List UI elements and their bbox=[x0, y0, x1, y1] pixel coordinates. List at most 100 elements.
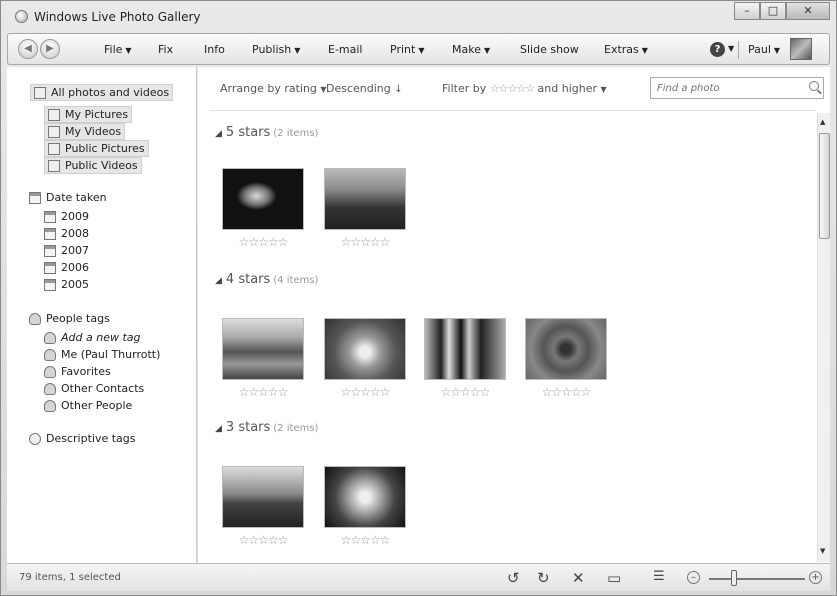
pictures-folder-icon bbox=[48, 108, 60, 121]
person-icon bbox=[44, 348, 56, 361]
year-2006[interactable]: 2006 bbox=[44, 261, 89, 274]
app-icon bbox=[15, 10, 28, 23]
forward-arrow-icon[interactable]: ▶ bbox=[40, 39, 60, 59]
photo-thumbnail[interactable] bbox=[525, 318, 607, 380]
library-icon bbox=[34, 86, 46, 99]
photo-browser: Arrange by rating ▼ Descending ↓ Filter … bbox=[198, 67, 830, 563]
people-tag-other-contacts[interactable]: Other Contacts bbox=[44, 382, 144, 395]
photo-thumbnail[interactable] bbox=[424, 318, 506, 380]
people-tag-other-people[interactable]: Other People bbox=[44, 399, 132, 412]
people-tag-me[interactable]: Me (Paul Thurrott) bbox=[44, 348, 160, 361]
menu-extras[interactable]: Extras ▼ bbox=[604, 43, 648, 56]
library-public-pictures[interactable]: Public Pictures bbox=[44, 140, 149, 157]
menu-fix[interactable]: Fix bbox=[158, 43, 173, 56]
search-input[interactable] bbox=[651, 78, 801, 98]
menu-file[interactable]: File ▼ bbox=[104, 43, 132, 56]
menu-email[interactable]: E-mail bbox=[328, 43, 363, 56]
view-options-bar: Arrange by rating ▼ Descending ↓ Filter … bbox=[198, 67, 830, 109]
library-my-pictures[interactable]: My Pictures bbox=[44, 106, 133, 123]
videos-folder-icon bbox=[48, 125, 60, 138]
group-heading-5-stars[interactable]: ◢ 5 stars (2 items) bbox=[215, 125, 318, 140]
delete-icon[interactable]: ✕ bbox=[572, 569, 585, 587]
photo-rating[interactable]: ☆☆☆☆☆ bbox=[222, 385, 304, 399]
search-icon[interactable] bbox=[809, 81, 819, 91]
zoom-in-icon[interactable]: + bbox=[809, 571, 822, 584]
photo-thumbnail[interactable] bbox=[222, 466, 304, 528]
zoom-slider[interactable] bbox=[709, 578, 805, 580]
photo-rating[interactable]: ☆☆☆☆☆ bbox=[324, 533, 406, 547]
divider bbox=[210, 110, 816, 111]
window-title: Windows Live Photo Gallery bbox=[34, 10, 201, 24]
add-new-tag[interactable]: Add a new tag bbox=[44, 331, 141, 344]
status-bar: 79 items, 1 selected ↺ ↻ ✕ ▭ ☰ – + bbox=[7, 563, 830, 591]
help-dropdown-icon[interactable]: ▼ bbox=[728, 44, 734, 53]
slideshow-icon[interactable]: ▭ bbox=[607, 569, 621, 587]
year-2007[interactable]: 2007 bbox=[44, 244, 89, 257]
calendar-icon bbox=[44, 261, 56, 274]
close-button[interactable]: ✕ bbox=[786, 2, 830, 20]
sort-order-toggle[interactable]: Descending ↓ bbox=[326, 82, 403, 95]
menu-make[interactable]: Make ▼ bbox=[452, 43, 490, 56]
year-2008[interactable]: 2008 bbox=[44, 227, 89, 240]
photo-thumbnail[interactable] bbox=[222, 168, 304, 230]
descriptive-tags[interactable]: Descriptive tags bbox=[29, 432, 136, 445]
calendar-icon bbox=[44, 210, 56, 223]
scrollbar-thumb[interactable] bbox=[819, 133, 830, 239]
toolbar-divider bbox=[738, 41, 739, 59]
group-icon bbox=[44, 399, 56, 412]
shared-folder-icon bbox=[48, 159, 60, 172]
people-tag-favorites[interactable]: Favorites bbox=[44, 365, 111, 378]
add-person-icon bbox=[44, 331, 56, 344]
photo-thumbnail[interactable] bbox=[222, 318, 304, 380]
group-heading-3-stars[interactable]: ◢ 3 stars (2 items) bbox=[215, 420, 318, 435]
group-heading-4-stars[interactable]: ◢ 4 stars (4 items) bbox=[215, 272, 318, 287]
library-public-videos[interactable]: Public Videos bbox=[44, 157, 142, 174]
all-photos-and-videos[interactable]: All photos and videos bbox=[30, 84, 174, 101]
maximize-button[interactable]: □ bbox=[760, 2, 786, 20]
back-arrow-icon[interactable]: ◀ bbox=[18, 39, 38, 59]
menu-publish[interactable]: Publish ▼ bbox=[252, 43, 300, 56]
toolbar: ◀ ▶ File ▼ Fix Info Publish ▼ E-mail Print… bbox=[7, 33, 830, 65]
menu-print[interactable]: Print ▼ bbox=[390, 43, 424, 56]
app-window: Windows Live Photo Gallery – □ ✕ ◀ ▶ Fil… bbox=[0, 0, 837, 596]
people-tags[interactable]: People tags bbox=[29, 312, 110, 325]
rotate-left-icon[interactable]: ↺ bbox=[507, 569, 520, 587]
zoom-slider-thumb[interactable] bbox=[731, 570, 737, 586]
photo-thumbnail[interactable] bbox=[324, 466, 406, 528]
filter-by-rating[interactable]: Filter by ☆☆☆☆☆ and higher ▼ bbox=[442, 82, 607, 95]
calendar-icon bbox=[29, 191, 41, 204]
scroll-down-icon[interactable]: ▼ bbox=[820, 547, 825, 555]
shared-folder-icon bbox=[48, 142, 60, 155]
zoom-out-icon[interactable]: – bbox=[687, 571, 700, 584]
group-icon bbox=[44, 382, 56, 395]
scroll-up-icon[interactable]: ▲ bbox=[820, 118, 825, 126]
group-icon bbox=[44, 365, 56, 378]
year-2009[interactable]: 2009 bbox=[44, 210, 89, 223]
rotate-right-icon[interactable]: ↻ bbox=[537, 569, 550, 587]
navigation-pane: All photos and videos My Pictures My Vid… bbox=[7, 67, 197, 563]
vertical-scrollbar[interactable]: ▲ ▼ bbox=[817, 113, 830, 562]
rating-stars-icon[interactable]: ☆☆☆☆☆ bbox=[490, 82, 535, 95]
search-box[interactable] bbox=[650, 77, 824, 99]
title-bar: Windows Live Photo Gallery – □ ✕ bbox=[1, 1, 836, 31]
photo-rating[interactable]: ☆☆☆☆☆ bbox=[424, 385, 506, 399]
date-taken[interactable]: Date taken bbox=[29, 191, 107, 204]
library-my-videos[interactable]: My Videos bbox=[44, 123, 126, 140]
year-2005[interactable]: 2005 bbox=[44, 278, 89, 291]
photo-rating[interactable]: ☆☆☆☆☆ bbox=[222, 533, 304, 547]
person-icon bbox=[29, 312, 41, 325]
photo-thumbnail[interactable] bbox=[324, 318, 406, 380]
user-menu[interactable]: Paul ▼ bbox=[748, 43, 780, 56]
photo-thumbnail[interactable] bbox=[324, 168, 406, 230]
avatar[interactable] bbox=[790, 38, 812, 60]
minimize-button[interactable]: – bbox=[734, 2, 760, 20]
help-icon[interactable]: ? bbox=[710, 42, 725, 57]
photo-rating[interactable]: ☆☆☆☆☆ bbox=[324, 235, 406, 249]
photo-rating[interactable]: ☆☆☆☆☆ bbox=[222, 235, 304, 249]
photo-rating[interactable]: ☆☆☆☆☆ bbox=[324, 385, 406, 399]
arrange-by-dropdown[interactable]: Arrange by rating ▼ bbox=[220, 82, 327, 95]
menu-slide-show[interactable]: Slide show bbox=[520, 43, 579, 56]
photo-rating[interactable]: ☆☆☆☆☆ bbox=[525, 385, 607, 399]
details-view-icon[interactable]: ☰ bbox=[653, 569, 665, 584]
menu-info[interactable]: Info bbox=[204, 43, 225, 56]
